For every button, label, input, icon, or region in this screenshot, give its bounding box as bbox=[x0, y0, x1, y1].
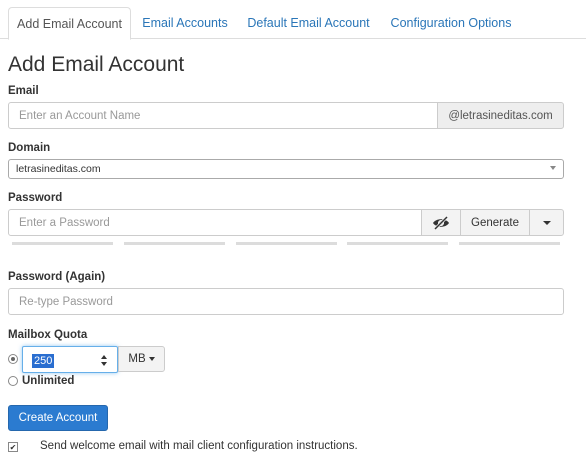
email-label: Email bbox=[8, 85, 39, 97]
domain-label: Domain bbox=[8, 142, 51, 154]
generate-password-button[interactable]: Generate bbox=[460, 209, 530, 236]
password-strength-segment bbox=[124, 242, 225, 245]
password-again-input[interactable]: Re-type Password bbox=[8, 288, 564, 315]
unlimited-label: Unlimited bbox=[22, 375, 75, 387]
password-again-label: Password (Again) bbox=[8, 271, 106, 283]
quota-unit-label: MB bbox=[128, 353, 146, 365]
domain-select[interactable]: letrasineditas.com bbox=[8, 159, 564, 179]
password-input[interactable]: Enter a Password bbox=[8, 209, 422, 236]
tab-configuration-options[interactable]: Configuration Options bbox=[385, 7, 517, 38]
quota-unit-dropdown[interactable]: MB bbox=[118, 346, 165, 372]
password-strength-segment bbox=[236, 242, 337, 245]
tab-default-email-account[interactable]: Default Email Account bbox=[243, 7, 374, 38]
caret-down-icon bbox=[148, 357, 155, 361]
mailbox-quota-label: Mailbox Quota bbox=[8, 329, 88, 341]
email-domain-suffix: @letrasineditas.com bbox=[437, 102, 564, 129]
eye-slash-icon bbox=[433, 215, 449, 230]
caret-down-icon bbox=[542, 220, 551, 225]
quota-limited-radio[interactable] bbox=[8, 354, 18, 364]
generate-options-button[interactable] bbox=[529, 209, 564, 236]
quota-value: 250 bbox=[32, 354, 55, 368]
page-title: Add Email Account bbox=[8, 53, 185, 76]
spin-up-icon[interactable] bbox=[101, 355, 107, 359]
password-strength-segment bbox=[12, 242, 113, 245]
toggle-password-visibility-button[interactable] bbox=[421, 209, 461, 236]
domain-select-value: letrasineditas.com bbox=[16, 163, 101, 175]
chevron-down-icon bbox=[550, 166, 556, 170]
quota-input[interactable]: 250 bbox=[22, 346, 118, 373]
email-input[interactable]: Enter an Account Name bbox=[8, 102, 438, 129]
create-account-button[interactable]: Create Account bbox=[8, 405, 108, 431]
password-label: Password bbox=[8, 192, 63, 204]
password-strength-segment bbox=[347, 242, 448, 245]
tab-email-accounts[interactable]: Email Accounts bbox=[138, 7, 232, 38]
spin-down-icon[interactable] bbox=[101, 362, 107, 366]
password-strength-segment bbox=[459, 242, 560, 245]
welcome-email-label: Send welcome email with mail client conf… bbox=[40, 440, 358, 452]
tab-add-email-account[interactable]: Add Email Account bbox=[8, 7, 131, 40]
quota-unlimited-radio[interactable] bbox=[8, 376, 18, 386]
welcome-email-checkbox[interactable]: ✔ bbox=[8, 442, 18, 452]
